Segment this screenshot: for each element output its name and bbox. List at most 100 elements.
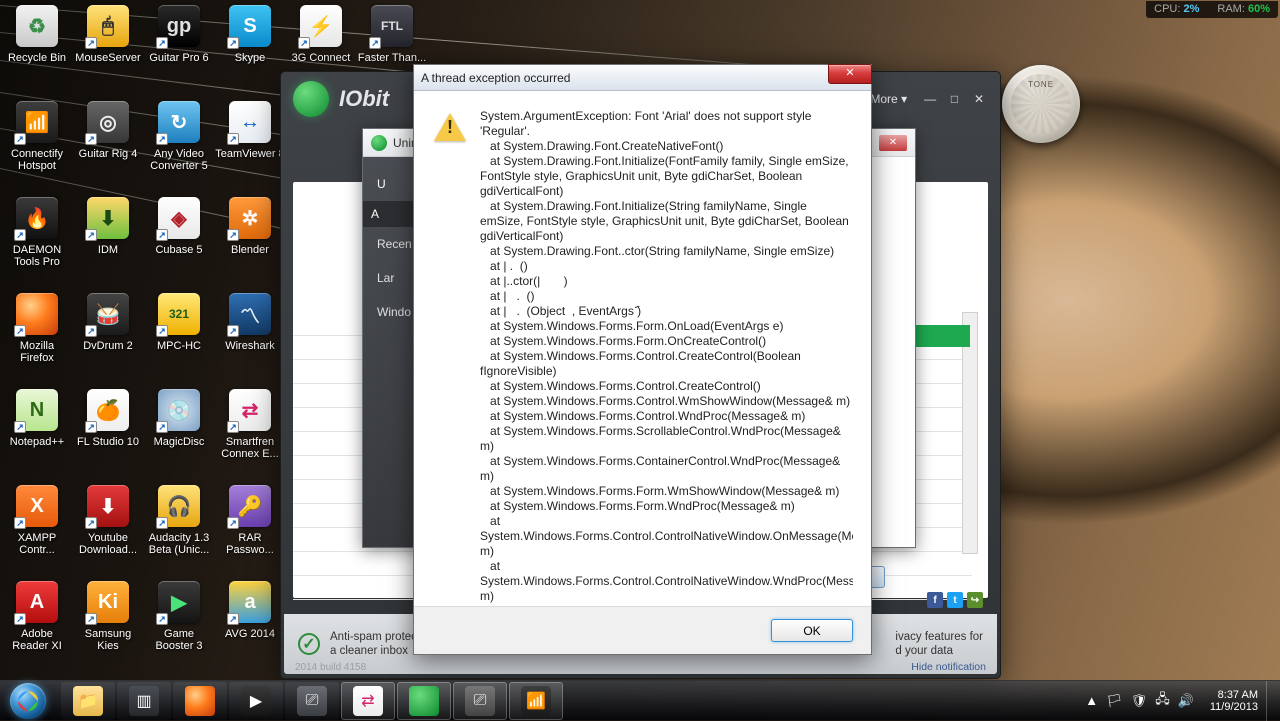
mouseserver-icon: 🖱↗	[87, 5, 129, 47]
shortcut-overlay-icon: ↗	[14, 613, 26, 625]
desktop-icon-guitar-pro-6[interactable]: gp↗Guitar Pro 6	[144, 3, 214, 97]
shortcut-overlay-icon: ↗	[85, 37, 97, 49]
twitter-icon[interactable]: t	[947, 592, 963, 608]
desktop-icon-idm[interactable]: ⬇↗IDM	[73, 195, 143, 289]
taskbar-unknown-2[interactable]: ▶	[229, 682, 283, 720]
desktop-icon-samsung-kies[interactable]: Ki↗Samsung Kies	[73, 579, 143, 673]
firefox-icon: ↗	[16, 293, 58, 335]
shortcut-overlay-icon: ↗	[85, 613, 97, 625]
teamviewer-8-icon: ↔↗	[229, 101, 271, 143]
desktop-icon-label: DAEMON Tools Pro	[2, 244, 72, 268]
taskbar-iobit[interactable]	[397, 682, 451, 720]
desktop-icon-avg-2014[interactable]: a↗AVG 2014	[215, 579, 285, 673]
desktop-icon-label: MagicDisc	[154, 436, 205, 448]
iobit-hide-notification-link[interactable]: Hide notification	[911, 661, 986, 673]
desktop-icon-label: Adobe Reader XI	[2, 628, 72, 652]
ok-button[interactable]: OK	[771, 619, 853, 642]
taskbar-explorer[interactable]: 📁	[61, 682, 115, 720]
desktop-icon-notepadpp[interactable]: N↗ Notepad++	[2, 387, 72, 481]
desktop-icon-firefox[interactable]: ↗ Mozilla Firefox	[2, 291, 72, 385]
guitar-rig-4-icon: ◎↗	[87, 101, 129, 143]
thread-exception-dialog[interactable]: A thread exception occurred ✕ System.Arg…	[413, 64, 872, 655]
desktop-icon-label: Notepad++	[10, 436, 64, 448]
taskbar-smartfren[interactable]: ⇄	[341, 682, 395, 720]
tray-icon-1[interactable]: 🏳	[1106, 693, 1123, 709]
desktop-icon-label: MPC-HC	[157, 340, 201, 352]
iobit-more-menu[interactable]: More ▾	[870, 92, 907, 106]
desktop-icon-cubase-5[interactable]: ◈↗Cubase 5	[144, 195, 214, 289]
desktop-icon-label: Blender	[231, 244, 269, 256]
desktop-icon-adobe-reader[interactable]: A↗Adobe Reader XI	[2, 579, 72, 673]
desktop-icon-label: AVG 2014	[225, 628, 275, 640]
shortcut-overlay-icon: ↗	[85, 133, 97, 145]
desktop-icon-rar-passwo[interactable]: 🔑↗RAR Passwo...	[215, 483, 285, 577]
desktop-icon-daemon-tools[interactable]: 🔥↗ DAEMON Tools Pro	[2, 195, 72, 289]
desktop-icon-yt-download[interactable]: ⬇↗Youtube Download...	[73, 483, 143, 577]
shortcut-overlay-icon: ↗	[298, 37, 310, 49]
desktop-icon-label: Guitar Rig 4	[79, 148, 138, 160]
iobit-notif-text-left: Anti-spam proteca cleaner inbox	[330, 630, 417, 658]
taskbar-app-4[interactable]: ⎚	[453, 682, 507, 720]
error-close-button[interactable]: ✕	[828, 64, 872, 84]
desktop-icon-mouseserver[interactable]: 🖱↗ MouseServer	[73, 3, 143, 97]
desktop-icon-label: MouseServer	[75, 52, 140, 64]
desktop-icon-label: Mozilla Firefox	[2, 340, 72, 364]
taskbar-connectify[interactable]: 📶	[509, 682, 563, 720]
desktop-icon-game-booster[interactable]: ▶↗Game Booster 3	[144, 579, 214, 673]
system-tray: ▲ 🏳 🛡 🖧 🔊 8:37 AM 11/9/2013	[1077, 681, 1280, 720]
desktop-icon-mpc-hc[interactable]: 321↗MPC-HC	[144, 291, 214, 385]
iobit-notif-text-right: ivacy features ford your data	[895, 630, 983, 658]
notepadpp-icon: N↗	[16, 389, 58, 431]
start-button[interactable]	[0, 681, 56, 720]
desktop-icon-label: XAMPP Contr...	[2, 532, 72, 556]
desktop-icon-label: Youtube Download...	[73, 532, 143, 556]
show-desktop-button[interactable]	[1266, 681, 1278, 721]
desktop-icon-dvdrum-2[interactable]: 🥁↗DvDrum 2	[73, 291, 143, 385]
desktop-icon-smartfren[interactable]: ⇄↗Smartfren Connex E...	[215, 387, 285, 481]
desktop-icon-guitar-rig-4[interactable]: ◎↗ Guitar Rig 4	[73, 99, 143, 193]
desktop-icon-label: RAR Passwo...	[215, 532, 285, 556]
iobit-maximize-button[interactable]: □	[946, 92, 964, 108]
shortcut-overlay-icon: ↗	[227, 613, 239, 625]
desktop-icon-label: Smartfren Connex E...	[215, 436, 285, 460]
shortcut-overlay-icon: ↗	[156, 325, 168, 337]
daemon-tools-icon: 🔥↗	[16, 197, 58, 239]
xampp-icon: X↗	[16, 485, 58, 527]
taskbar-unknown-3[interactable]: ⎚	[285, 682, 339, 720]
desktop-icon-label: Cubase 5	[155, 244, 202, 256]
iobit-sub-close-button[interactable]: ✕	[879, 135, 907, 151]
desktop-icon-wireshark[interactable]: 〽↗Wireshark	[215, 291, 285, 385]
system-monitor-overlay: CPU: 2% RAM: 60%	[1146, 1, 1278, 18]
shortcut-overlay-icon: ↗	[369, 37, 381, 49]
error-titlebar[interactable]: A thread exception occurred ✕	[414, 65, 871, 91]
taskbar-firefox[interactable]	[173, 682, 227, 720]
desktop-icon-magicdisc[interactable]: 💿↗ MagicDisc	[144, 387, 214, 481]
tray-icon-4[interactable]: 🔊	[1178, 693, 1194, 709]
check-icon: ✓	[298, 633, 320, 655]
desktop-icon-skype[interactable]: S↗Skype	[215, 3, 285, 97]
blender-icon: ✲↗	[229, 197, 271, 239]
desktop-icon-connectify[interactable]: 📶↗Connectify Hotspot	[2, 99, 72, 193]
taskbar-clock[interactable]: 8:37 AM 11/9/2013	[1202, 689, 1266, 713]
tray-icon-2[interactable]: 🛡	[1131, 693, 1148, 709]
iobit-scrollbar[interactable]	[962, 312, 978, 554]
taskbar-unknown-1[interactable]: ▥	[117, 682, 171, 720]
magicdisc-icon: 💿↗	[158, 389, 200, 431]
share-icon[interactable]: ↪	[967, 592, 983, 608]
desktop-icon-audacity[interactable]: 🎧↗Audacity 1.3 Beta (Unic...	[144, 483, 214, 577]
tray-icon-3[interactable]: 🖧	[1155, 690, 1170, 712]
shortcut-overlay-icon: ↗	[85, 517, 97, 529]
desktop-icon-fl-studio-10[interactable]: 🍊↗FL Studio 10	[73, 387, 143, 481]
shortcut-overlay-icon: ↗	[227, 517, 239, 529]
iobit-minimize-button[interactable]: —	[921, 92, 939, 108]
iobit-close-button[interactable]: ✕	[970, 92, 988, 108]
shortcut-overlay-icon: ↗	[156, 613, 168, 625]
desktop-icon-recycle-bin[interactable]: ♻Recycle Bin	[2, 3, 72, 97]
desktop-icon-any-video[interactable]: ↻↗Any Video Converter 5	[144, 99, 214, 193]
desktop-icon-teamviewer-8[interactable]: ↔↗TeamViewer 8	[215, 99, 285, 193]
desktop-icon-xampp[interactable]: X↗ XAMPP Contr...	[2, 483, 72, 577]
shortcut-overlay-icon: ↗	[14, 421, 26, 433]
desktop-icon-blender[interactable]: ✲↗ Blender	[215, 195, 285, 289]
facebook-icon[interactable]: f	[927, 592, 943, 608]
tray-icon-0[interactable]: ▲	[1085, 693, 1098, 708]
